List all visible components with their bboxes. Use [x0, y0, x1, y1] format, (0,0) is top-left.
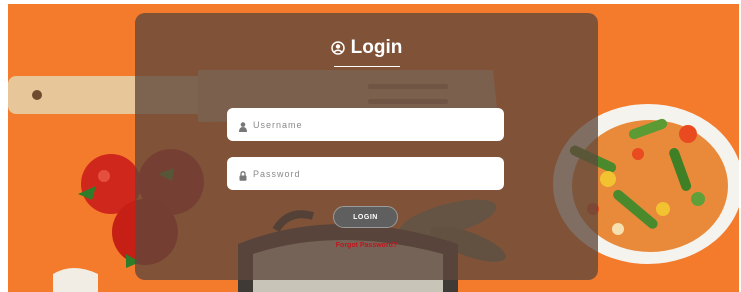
background-scene: Login LOGIN Forgot Password?	[8, 4, 739, 292]
login-title-text: Login	[350, 37, 403, 58]
username-input[interactable]	[253, 108, 493, 141]
title-divider	[334, 66, 400, 67]
forgot-password-link[interactable]: Forgot Password?	[135, 242, 598, 249]
cup-illustration	[53, 268, 98, 292]
password-field[interactable]	[227, 157, 504, 190]
login-panel: Login LOGIN Forgot Password?	[135, 13, 598, 280]
lock-icon	[239, 168, 247, 186]
username-field[interactable]	[227, 108, 504, 141]
login-title: Login	[135, 37, 598, 61]
password-input[interactable]	[253, 157, 493, 190]
user-icon	[239, 119, 247, 137]
user-circle-icon	[330, 39, 345, 61]
login-button[interactable]: LOGIN	[333, 206, 398, 228]
